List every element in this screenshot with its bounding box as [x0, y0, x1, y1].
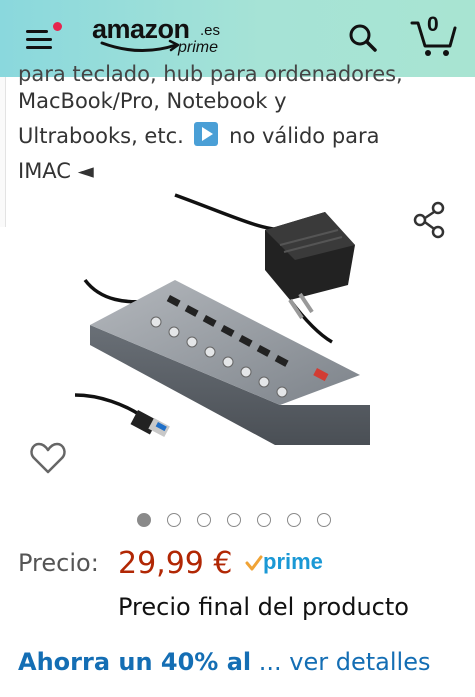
smile-arrow-icon [100, 39, 180, 53]
carousel-dot[interactable] [317, 513, 331, 527]
title-line: Ultrabooks, etc. no válido para [18, 119, 458, 154]
product-title: MacBook/Pro, Notebook y Ultrabooks, etc.… [18, 84, 458, 189]
product-title-partial: para teclado, hub para ordenadores, lapt… [18, 62, 403, 85]
price-row: Precio: 29,99 € prime [18, 546, 458, 586]
amazon-prime-logo[interactable]: amazon .es prime [92, 14, 232, 60]
carousel-dot[interactable] [287, 513, 301, 527]
final-price-note: Precio final del producto [118, 593, 409, 621]
image-carousel-dots [137, 513, 337, 529]
title-line: IMAC ◄ [18, 159, 94, 183]
notification-dot [53, 22, 62, 31]
promo-link[interactable]: Ahorra un 40% al ... ver detalles [18, 648, 458, 676]
menu-bar [26, 46, 52, 49]
promo-text: Ahorra un 40% al [18, 648, 252, 676]
cart-count: 0 [427, 13, 439, 36]
price-label: Precio: [18, 549, 99, 577]
drawer-edge [0, 77, 6, 227]
carousel-dot[interactable] [197, 513, 211, 527]
cart-icon[interactable]: 0 [410, 13, 458, 58]
logo-tld: .es [200, 22, 221, 39]
prime-check-icon [245, 555, 263, 571]
title-line: MacBook/Pro, Notebook y [18, 89, 287, 113]
promo-more: ... ver detalles [251, 648, 431, 676]
menu-bar [26, 38, 52, 41]
price-value: 29,99 € [118, 546, 233, 581]
wishlist-heart-icon[interactable] [28, 438, 68, 478]
play-icon [194, 122, 219, 146]
prime-label: prime [263, 549, 323, 574]
share-icon[interactable] [410, 200, 448, 240]
hamburger-menu-icon[interactable] [26, 22, 64, 54]
search-icon[interactable] [347, 22, 379, 54]
carousel-dot[interactable] [257, 513, 271, 527]
title-text: Ultrabooks, etc. [18, 124, 184, 148]
carousel-dot[interactable] [227, 513, 241, 527]
carousel-dot[interactable] [137, 513, 151, 527]
carousel-dot[interactable] [167, 513, 181, 527]
title-text: no válido para [229, 124, 380, 148]
menu-bar [26, 30, 48, 33]
logo-prime: prime [178, 39, 219, 56]
product-image[interactable] [70, 190, 410, 490]
